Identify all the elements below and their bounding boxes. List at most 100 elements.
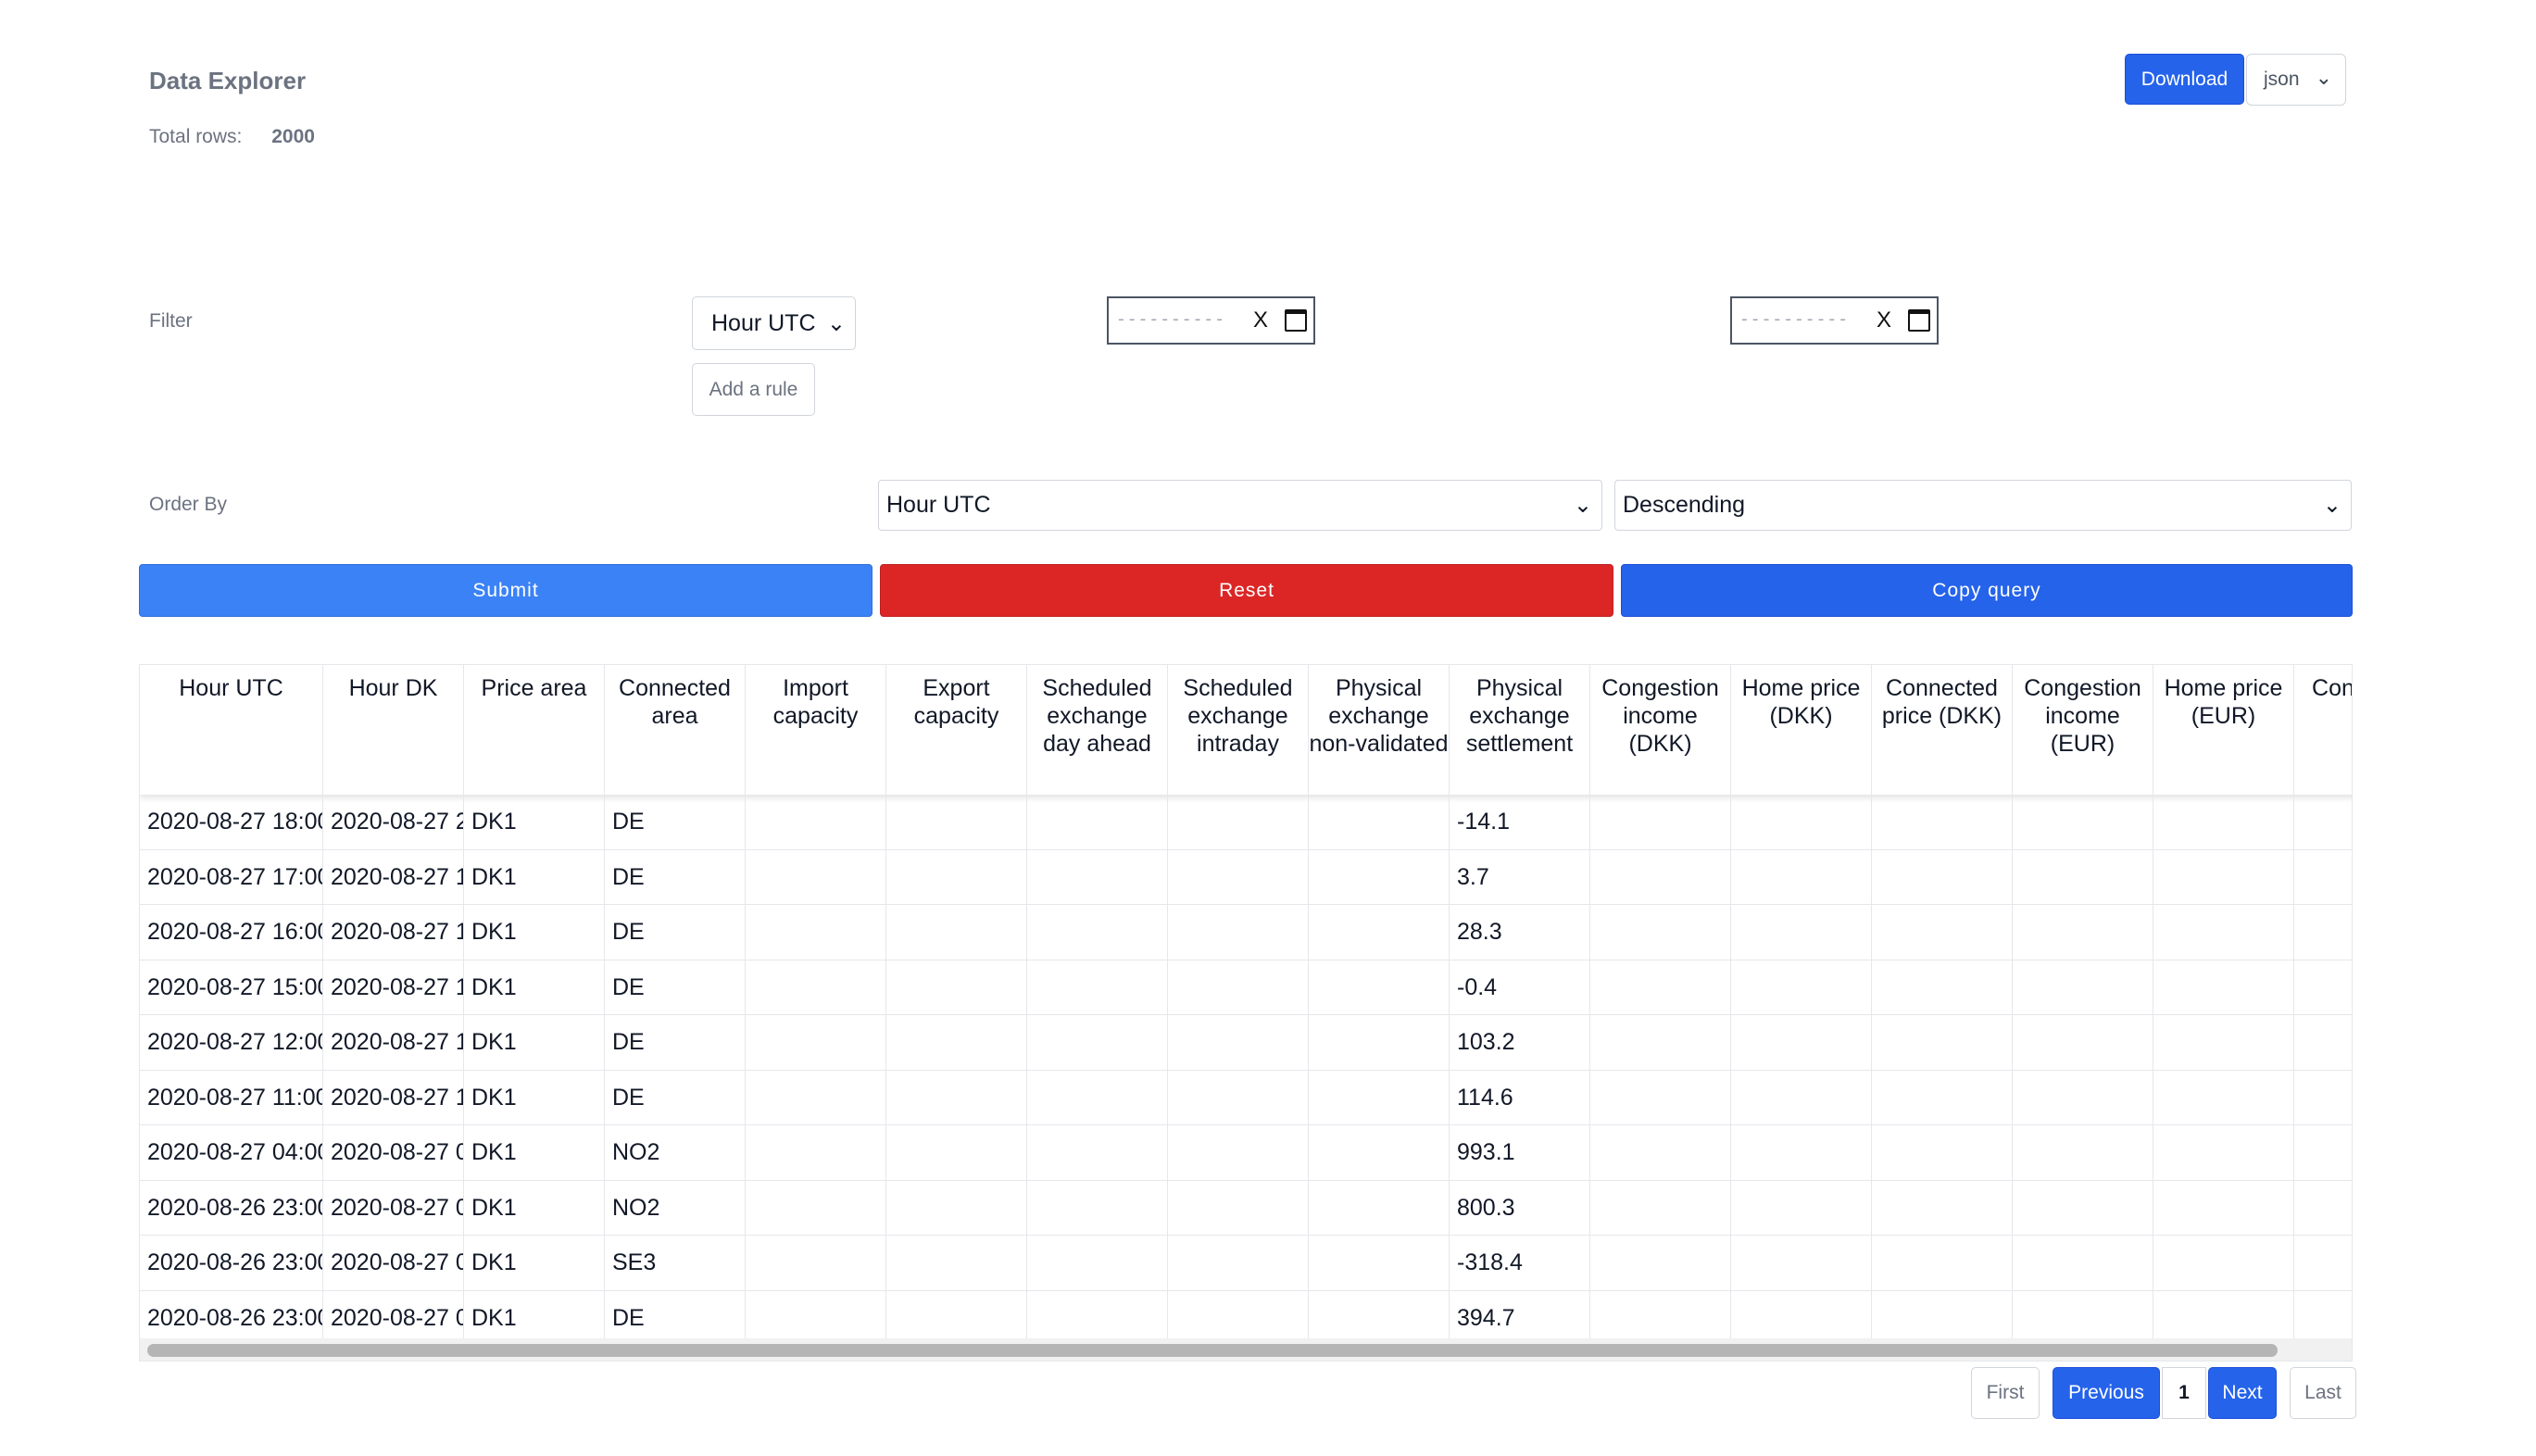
reset-button[interactable]: Reset: [880, 564, 1613, 617]
column-header[interactable]: Hour DK: [323, 665, 464, 795]
table-row[interactable]: 2020-08-27 17:002020-08-27 19:00DK1DE 3.7: [140, 849, 2352, 905]
table-cell: [1590, 1125, 1731, 1180]
table-cell: 2020-08-27 11:00: [140, 1070, 323, 1124]
table-cell: DK1: [464, 960, 605, 1014]
table-cell: NO2: [605, 1180, 746, 1235]
table-cell: [2013, 1015, 2153, 1070]
table-cell: [1731, 1015, 1872, 1070]
table-cell: [1168, 1236, 1309, 1290]
scrollbar-thumb[interactable]: [147, 1344, 2278, 1357]
table-cell: [1590, 1236, 1731, 1290]
table-row[interactable]: 2020-08-27 15:002020-08-27 17:00DK1DE -0.…: [140, 960, 2352, 1015]
last-page-button[interactable]: Last: [2290, 1367, 2356, 1419]
table-cell: [2153, 1015, 2294, 1070]
table-cell: [1590, 1290, 1731, 1345]
table-row[interactable]: 2020-08-27 18:002020-08-27 20:00DK1DE -14…: [140, 795, 2352, 850]
column-header[interactable]: Physical exchange settlement: [1450, 665, 1590, 795]
column-header[interactable]: Connected area: [605, 665, 746, 795]
table-cell: [1590, 1015, 1731, 1070]
table-cell: [1027, 1180, 1168, 1235]
column-header[interactable]: Price area: [464, 665, 605, 795]
column-header[interactable]: Import capacity: [746, 665, 886, 795]
table-cell: 2020-08-27 14:00: [323, 1015, 464, 1070]
table-cell: DE: [605, 1290, 746, 1345]
add-rule-button[interactable]: Add a rule: [692, 363, 815, 416]
table-cell: [2294, 850, 2352, 905]
table-cell: [1309, 1070, 1450, 1124]
next-page-button[interactable]: Next: [2208, 1367, 2277, 1419]
table-cell: [2013, 905, 2153, 960]
column-header[interactable]: Export capacity: [886, 665, 1027, 795]
calendar-icon[interactable]: [1285, 309, 1308, 332]
table-cell: [1590, 1070, 1731, 1124]
table-cell: [746, 1015, 886, 1070]
table-cell: 2020-08-27 16:00: [140, 905, 323, 960]
table-cell: DK1: [464, 1070, 605, 1124]
total-rows-label: Total rows:: [149, 126, 243, 147]
table-cell: 2020-08-27 20:00: [323, 795, 464, 849]
calendar-icon[interactable]: [1908, 309, 1931, 332]
table-cell: [2153, 1070, 2294, 1124]
chevron-down-icon: ⌄: [1573, 493, 1592, 518]
table-cell: [1872, 1125, 2013, 1180]
column-header[interactable]: Congestion income (EUR): [2013, 665, 2153, 795]
date-from-input[interactable]: ---------- X: [1107, 296, 1315, 345]
table-cell: 2020-08-27 01:00: [323, 1236, 464, 1290]
filter-field-select[interactable]: Hour UTC ⌄: [692, 296, 856, 350]
table-cell: [886, 1070, 1027, 1124]
column-header[interactable]: Conn price: [2294, 665, 2352, 795]
table-cell: [1168, 905, 1309, 960]
table-cell: 2020-08-27 15:00: [140, 960, 323, 1014]
column-header[interactable]: Home price (DKK): [1731, 665, 1872, 795]
table-cell: [2153, 795, 2294, 849]
table-cell: 2020-08-27 18:00: [323, 905, 464, 960]
previous-page-button[interactable]: Previous: [2053, 1367, 2160, 1419]
order-column-select[interactable]: Hour UTC ⌄: [878, 480, 1602, 531]
table-cell: [1309, 795, 1450, 849]
table-row[interactable]: 2020-08-27 11:002020-08-27 13:00DK1DE 114…: [140, 1070, 2352, 1125]
table-cell: [746, 1125, 886, 1180]
horizontal-scrollbar[interactable]: [140, 1338, 2352, 1361]
table-row[interactable]: 2020-08-27 16:002020-08-27 18:00DK1DE 28.…: [140, 905, 2352, 960]
submit-button[interactable]: Submit: [139, 564, 873, 617]
clear-date-from-button[interactable]: X: [1253, 308, 1268, 333]
table-cell: [2294, 1015, 2352, 1070]
table-cell: 2020-08-27 17:00: [140, 849, 323, 904]
table-cell: 2020-08-26 23:00: [140, 1180, 323, 1235]
column-header[interactable]: Physical exchange non-validated: [1309, 665, 1450, 795]
table-cell: 2020-08-27 13:00: [323, 1070, 464, 1124]
table-cell: [1168, 1180, 1309, 1235]
table-cell: [2294, 1291, 2352, 1346]
table-cell: [1027, 795, 1168, 849]
table-row[interactable]: 2020-08-26 23:002020-08-27 01:00DK1NO2 80…: [140, 1180, 2352, 1236]
table-cell: DE: [605, 795, 746, 849]
table-cell: DK1: [464, 1236, 605, 1290]
column-header[interactable]: Scheduled exchange day ahead: [1027, 665, 1168, 795]
table-cell: 2020-08-27 18:00: [140, 795, 323, 849]
table-cell: 800.3: [1450, 1180, 1590, 1235]
first-page-button[interactable]: First: [1971, 1367, 2040, 1419]
table-row[interactable]: 2020-08-27 04:002020-08-27 06:00DK1NO2 99…: [140, 1125, 2352, 1181]
column-header[interactable]: Home price (EUR): [2153, 665, 2294, 795]
column-header[interactable]: Connected price (DKK): [1872, 665, 2013, 795]
column-header[interactable]: Hour UTC: [140, 665, 323, 795]
table-cell: [2294, 905, 2352, 960]
date-to-input[interactable]: ---------- X: [1730, 296, 1939, 345]
table-cell: 993.1: [1450, 1125, 1590, 1180]
table-row[interactable]: 2020-08-26 23:002020-08-27 01:00DK1SE3 -3…: [140, 1236, 2352, 1291]
column-header[interactable]: Scheduled exchange intraday: [1168, 665, 1309, 795]
order-by-label: Order By: [149, 494, 228, 515]
table-cell: [2294, 1071, 2352, 1125]
copy-query-button[interactable]: Copy query: [1621, 564, 2353, 617]
order-direction-select[interactable]: Descending ⌄: [1614, 480, 2352, 531]
table-cell: [1309, 1125, 1450, 1180]
table-cell: [2294, 795, 2352, 849]
format-select[interactable]: json ⌄: [2246, 54, 2346, 106]
table-cell: DE: [605, 905, 746, 960]
table-row[interactable]: 2020-08-27 12:002020-08-27 14:00DK1DE 103…: [140, 1015, 2352, 1071]
clear-date-to-button[interactable]: X: [1877, 308, 1891, 333]
table-cell: 2020-08-27 04:00: [140, 1125, 323, 1180]
column-header[interactable]: Congestion income (DKK): [1590, 665, 1731, 795]
table-cell: DK1: [464, 849, 605, 904]
download-button[interactable]: Download: [2125, 54, 2244, 105]
